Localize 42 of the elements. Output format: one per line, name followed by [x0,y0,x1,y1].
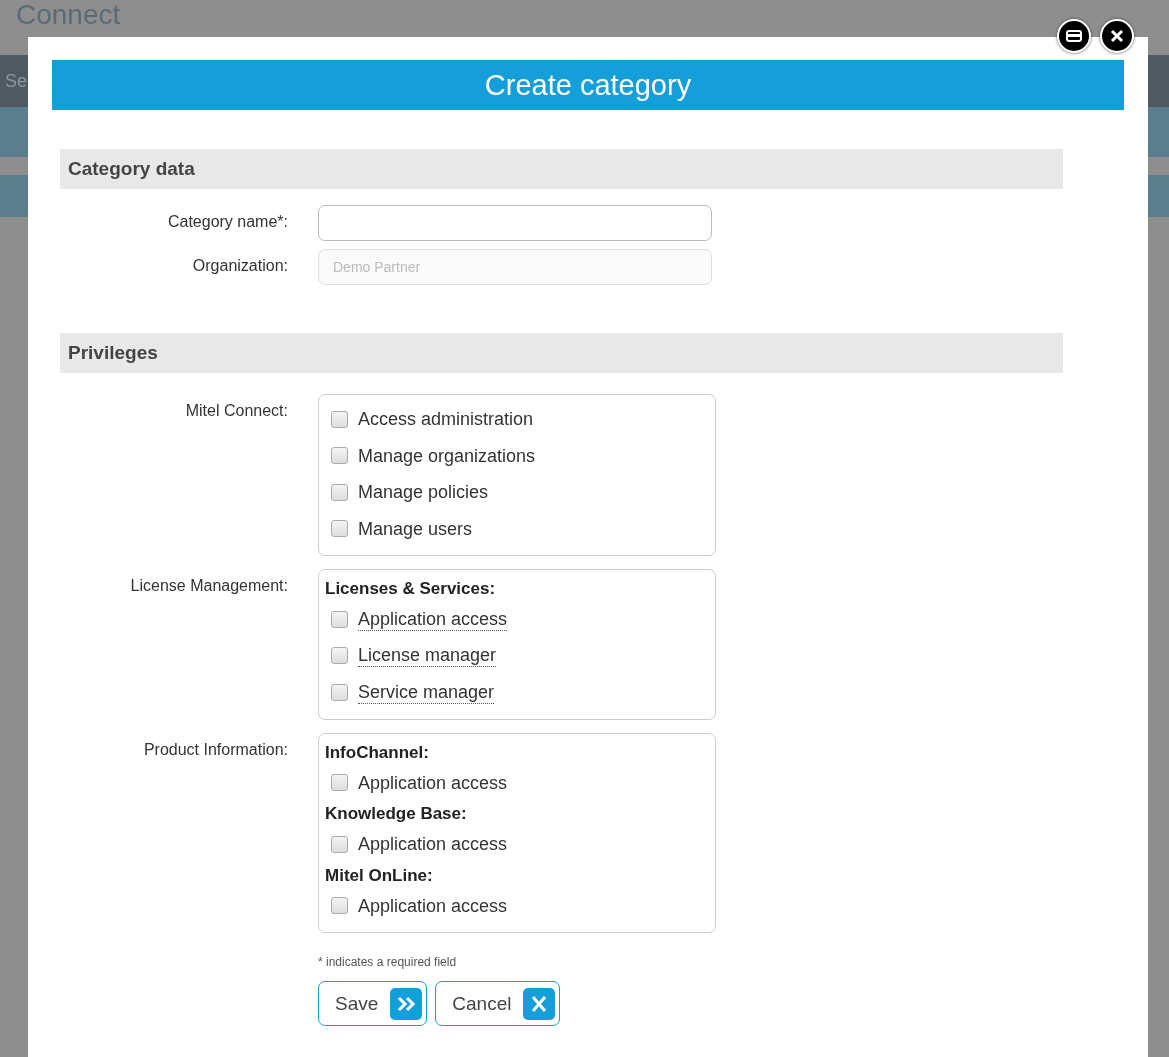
checkbox[interactable] [331,647,348,665]
checkbox[interactable] [331,610,348,628]
checkbox[interactable] [331,897,348,915]
close-button[interactable] [1100,19,1134,53]
save-button[interactable]: Save [318,981,428,1026]
checkbox-label[interactable]: Access administration [358,408,534,431]
checkbox-label[interactable]: Manage policies [358,481,489,504]
minimize-button[interactable] [1057,19,1091,53]
required-note: * indicates a required field [318,955,458,969]
close-icon [523,987,556,1020]
group-heading: InfoChannel: [325,741,430,764]
dialog-title: Create category [52,60,1124,110]
checkbox[interactable] [331,410,348,428]
field-label: Organization: [191,256,288,276]
group-heading: Mitel OnLine: [325,864,434,887]
checkbox-label[interactable]: Application access [358,771,508,794]
field-label: Mitel Connect: [184,401,288,421]
checkbox-label[interactable]: Service manager [358,680,495,704]
checkbox[interactable] [331,774,348,792]
section-heading: Privileges [60,333,1063,373]
cancel-button[interactable]: Cancel [435,981,561,1026]
input-field[interactable] [318,205,712,241]
close-icon [1110,29,1124,43]
checkbox[interactable] [331,447,348,465]
field-label: Category name*: [166,212,288,232]
field-label: Product Information: [142,739,288,760]
checkbox[interactable] [331,835,348,853]
checkbox[interactable] [331,520,348,538]
field-label: License Management: [129,576,288,596]
checkbox-label[interactable]: Application access [358,607,508,631]
section-heading: Category data [60,149,1063,189]
checkbox[interactable] [331,483,348,501]
group-heading: Licenses & Services: [325,578,497,600]
window-icon [1066,30,1082,42]
checkbox-label[interactable]: Manage organizations [358,444,536,467]
checkbox-label[interactable]: License manager [358,644,497,668]
checkbox-label[interactable]: Application access [358,894,508,917]
group-heading: Knowledge Base: [325,803,468,825]
checkbox-label[interactable]: Manage users [358,517,473,540]
double-chevron-icon [390,987,423,1020]
checkbox[interactable] [331,683,348,701]
checkbox-label[interactable]: Application access [358,833,508,856]
